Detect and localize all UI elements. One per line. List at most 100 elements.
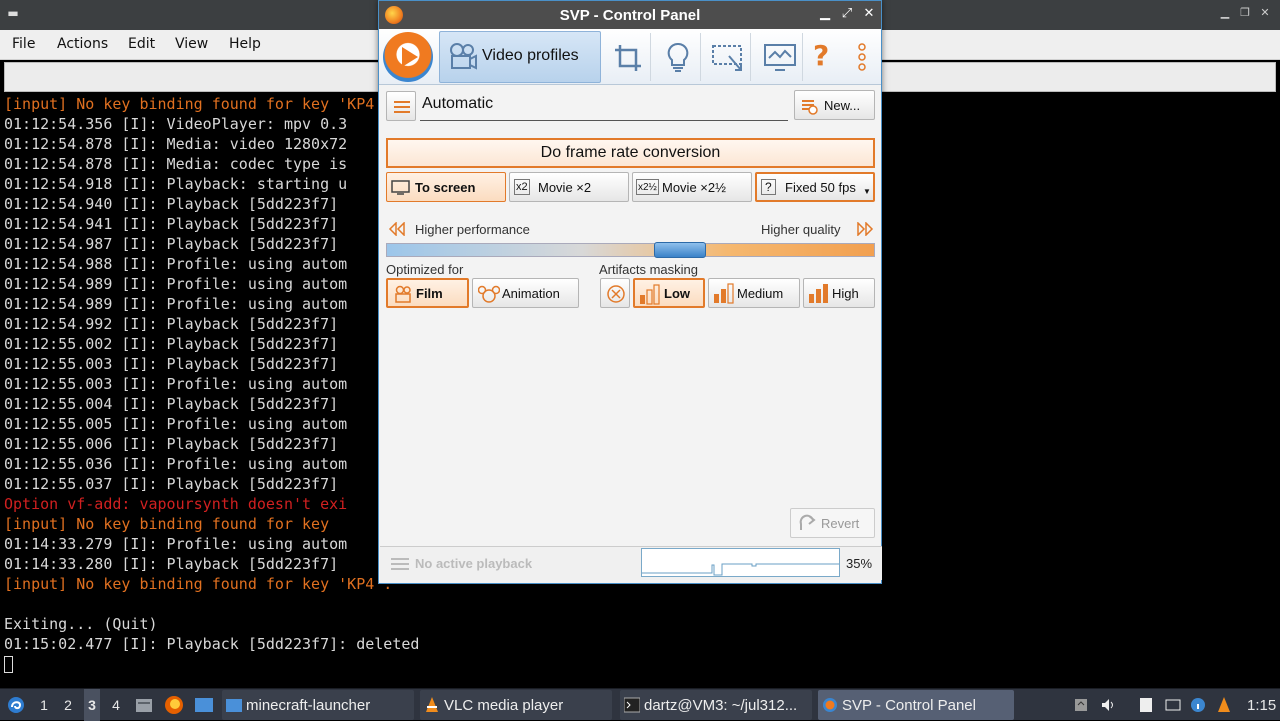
- crop-icon: [615, 45, 641, 71]
- close-icon[interactable]: ✕: [861, 6, 877, 21]
- signal-medium-icon: [714, 283, 734, 304]
- menu-view[interactable]: View: [175, 36, 208, 52]
- quality-slider[interactable]: [386, 242, 875, 258]
- task-vlc-label: VLC media player: [444, 696, 564, 714]
- artifacts-low-button[interactable]: Low: [633, 278, 705, 308]
- higher-quality-label: Higher quality: [761, 222, 841, 237]
- new-profile-label: New...: [824, 97, 861, 113]
- svp-icon: [823, 698, 837, 712]
- revert-button[interactable]: Revert: [790, 508, 875, 538]
- artifacts-medium-button[interactable]: Medium: [708, 278, 800, 308]
- monitor-button[interactable]: [757, 33, 803, 81]
- option-to-screen[interactable]: To screen: [386, 172, 506, 202]
- terminal-prompt-line[interactable]: [4, 654, 1276, 674]
- profile-name-field[interactable]: Automatic: [420, 93, 788, 121]
- hamburger-icon[interactable]: [390, 557, 410, 571]
- task-svp[interactable]: SVP - Control Panel: [818, 690, 1014, 720]
- help-icon: ?: [813, 39, 830, 72]
- screen-area-button[interactable]: [705, 33, 751, 81]
- fast-forward-icon[interactable]: [856, 222, 874, 236]
- film-camera-icon: [395, 285, 411, 303]
- menu-actions[interactable]: Actions: [57, 36, 108, 52]
- crop-button[interactable]: [605, 33, 651, 81]
- cpu-graph: [641, 548, 840, 577]
- menu-file[interactable]: File: [12, 36, 35, 52]
- svp-title-text: SVP - Control Panel: [559, 7, 701, 24]
- keyboard-icon[interactable]: [1165, 697, 1181, 713]
- info-icon[interactable]: [1190, 697, 1206, 713]
- rewind-icon[interactable]: [388, 222, 406, 236]
- movie-x2-icon: x2: [514, 179, 530, 195]
- menu-edit[interactable]: Edit: [128, 36, 155, 52]
- new-profile-button[interactable]: New...: [794, 90, 875, 120]
- vlc-tray-icon[interactable]: [1216, 697, 1232, 713]
- quality-slider-thumb[interactable]: [654, 242, 706, 258]
- tab-video-profiles[interactable]: Video profiles: [439, 31, 601, 83]
- workspace-2[interactable]: 2: [60, 689, 76, 721]
- start-menu-icon[interactable]: [6, 695, 26, 715]
- svp-logo-icon[interactable]: [383, 32, 433, 82]
- option-fixed-fps[interactable]: ? Fixed 50 fps ▼: [755, 172, 875, 202]
- option-fixed-fps-label: Fixed 50 fps: [785, 179, 856, 195]
- new-profile-icon: [802, 100, 818, 115]
- task-svp-label: SVP - Control Panel: [842, 696, 976, 714]
- menu-help[interactable]: Help: [229, 36, 261, 52]
- revert-label: Revert: [821, 516, 860, 531]
- cpu-usage: 35%: [846, 556, 873, 571]
- minimize-icon[interactable]: ▁: [817, 6, 833, 21]
- profile-menu-button[interactable]: [386, 91, 416, 121]
- more-button[interactable]: [849, 33, 879, 81]
- workspace-3[interactable]: 3: [84, 689, 100, 721]
- help-button[interactable]: ?: [807, 33, 837, 81]
- terminal-cursor: [4, 656, 13, 673]
- tray-upload-icon[interactable]: [1073, 697, 1089, 713]
- optimized-film-button[interactable]: Film: [386, 278, 469, 308]
- task-terminal[interactable]: dartz@VM3: ~/jul312...: [620, 690, 812, 720]
- artifacts-medium-label: Medium: [737, 285, 784, 301]
- movie-x2-5-icon: x2½: [636, 179, 659, 195]
- higher-performance-label: Higher performance: [415, 222, 530, 237]
- camera-icon: [450, 43, 477, 70]
- volume-icon[interactable]: [1100, 697, 1116, 713]
- artifacts-off-button[interactable]: [600, 278, 630, 308]
- signal-low-icon: [640, 284, 660, 305]
- undo-icon: [799, 514, 816, 530]
- maximize-icon[interactable]: ⤢: [839, 6, 855, 21]
- task-vlc[interactable]: VLC media player: [420, 690, 612, 720]
- optimized-for-label: Optimized for: [386, 262, 464, 277]
- artifacts-high-label: High: [832, 285, 859, 301]
- signal-high-icon: [809, 284, 828, 303]
- window-menu-icon[interactable]: ▬: [6, 6, 20, 20]
- option-movie-x2-5[interactable]: x2½ Movie ×2½: [632, 172, 752, 202]
- screen-icon: [391, 180, 410, 195]
- minimize-icon[interactable]: ▁: [1218, 6, 1232, 20]
- artifacts-high-button[interactable]: High: [803, 278, 875, 308]
- task-minecraft-launcher[interactable]: minecraft-launcher: [222, 690, 414, 720]
- clock[interactable]: 1:15: [1247, 689, 1276, 721]
- option-movie-x2-label: Movie ×2: [538, 179, 592, 195]
- svp-titlebar[interactable]: SVP - Control Panel ▁ ⤢ ✕: [379, 1, 881, 29]
- task-terminal-label: dartz@VM3: ~/jul312...: [644, 696, 798, 714]
- svp-toolbar: Video profiles ?: [379, 29, 881, 85]
- lighting-button[interactable]: [655, 33, 701, 81]
- workspace-1[interactable]: 1: [36, 689, 52, 721]
- cpu-graph-line: [642, 563, 839, 576]
- show-desktop-icon[interactable]: [135, 696, 153, 714]
- close-icon[interactable]: ✕: [1258, 6, 1272, 20]
- artifacts-low-label: Low: [664, 285, 690, 301]
- optimized-animation-button[interactable]: Animation: [472, 278, 579, 308]
- option-to-screen-label: To screen: [415, 179, 476, 195]
- more-icon: [858, 43, 866, 71]
- taskbar: 1 2 3 4 minecraft-launcher VLC media pla…: [0, 688, 1280, 721]
- workspace-4[interactable]: 4: [108, 689, 124, 721]
- maximize-icon[interactable]: ❐: [1238, 6, 1252, 20]
- option-movie-x2[interactable]: x2 Movie ×2: [509, 172, 629, 202]
- cancel-icon: [607, 285, 625, 303]
- firefox-icon[interactable]: [164, 695, 184, 715]
- file-manager-icon[interactable]: [194, 696, 214, 714]
- frame-rate-conversion-toggle[interactable]: Do frame rate conversion: [386, 138, 875, 168]
- clipboard-icon[interactable]: [1138, 697, 1154, 713]
- vlc-cone-icon: [426, 697, 438, 712]
- option-movie-x2-5-label: Movie ×2½: [662, 179, 726, 195]
